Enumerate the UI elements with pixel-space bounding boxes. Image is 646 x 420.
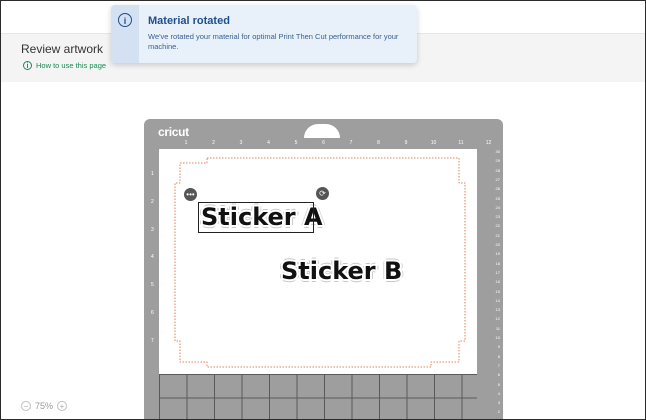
toast-message: We've rotated your material for optimal … [148,32,399,51]
ruler-right-number: 2 [497,409,500,415]
ruler-right-number: 14 [495,297,500,303]
info-icon: i [23,61,32,70]
mat-brand-logo: cricut [158,125,189,139]
ruler-right-number: 17 [495,269,500,275]
page-title: Review artwork [21,42,104,56]
ruler-column-number: 8 [377,140,380,146]
ruler-right-number: 24 [495,204,500,210]
ruler-right-number: 30 [495,149,500,154]
ruler-right-number: 29 [495,158,500,164]
mat-tab [304,124,340,138]
info-icon: i [118,13,132,27]
ruler-column-number: 12 [485,140,492,146]
ruler-right-number: 21 [495,232,500,238]
ruler-right-number: 6 [497,372,500,378]
ruler-right-number: 19 [495,251,500,257]
ruler-column-number: 7 [349,140,353,146]
ruler-right-number: 22 [495,223,500,229]
ruler-column-number: 5 [294,140,298,146]
ruler-column-number: 1 [184,140,188,146]
ruler-row-number: 2 [151,198,154,205]
ruler-right-number: 27 [495,176,500,182]
zoom-control: − 75% + [21,401,68,411]
ruler-right-number: 10 [495,335,500,340]
ruler-column-number: 11 [458,140,464,146]
mat-grid [159,374,477,419]
ruler-right-number: 13 [495,307,500,313]
ruler-right-number: 7 [497,362,500,368]
ruler-right-number: 16 [495,279,500,285]
toast-icon-strip: i [111,5,139,63]
ruler-row-number: 7 [151,337,154,344]
ruler-right-number: 8 [497,353,500,359]
how-to-label: How to use this page [36,61,107,70]
ruler-column-number: 9 [404,140,408,146]
ruler-row-number: 4 [151,254,154,261]
more-options-icon[interactable]: ••• [184,188,197,201]
ruler-row-number: 6 [151,310,154,316]
ruler-right-number: 11 [495,325,500,331]
ruler-right-number: 5 [497,381,500,387]
rotate-icon[interactable]: ⟳ [316,187,329,200]
ruler-column-number: 2 [212,140,215,146]
ruler-row-number: 3 [151,226,154,233]
ruler-column-number: 3 [239,140,243,146]
ruler-row-number: 1 [151,171,154,177]
ruler-right-number: 26 [495,186,500,192]
ruler-right-number: 25 [495,195,500,201]
toast-notification: i Material rotated We've rotated your ma… [111,5,417,63]
ruler-column-number: 6 [322,140,325,146]
ruler-column-number: 10 [430,140,437,146]
ruler-column-number: 4 [267,140,270,146]
ruler-right-number: 23 [495,214,500,220]
sticker-a[interactable]: Sticker A [201,203,323,231]
ruler-right-number: 4 [497,390,500,396]
ruler-right-number: 12 [495,316,500,322]
material-sheet: Cuttable area Sticker A Sticker B ••• ⟳ [159,149,477,396]
how-to-link[interactable]: i How to use this page [23,61,106,70]
ruler-right-number: 18 [495,260,500,266]
zoom-in-button[interactable]: + [57,401,68,411]
ruler-right-number: 3 [497,400,500,406]
ruler-right-number: 20 [495,242,500,247]
cutting-mat: cricut 1 2 3 4 5 6 7 8 9 10 11 12 1234567 30 29 28 27 2… [144,119,503,419]
ruler-right-number: 28 [495,167,500,173]
sticker-b[interactable]: Sticker B [281,257,402,285]
app-frame: Review artwork i How to use this page i … [0,0,646,420]
zoom-out-button[interactable]: − [21,401,31,411]
ruler-right-number: 9 [497,344,500,350]
ruler-row-number: 5 [151,282,154,289]
ruler-right-number: 15 [495,288,500,294]
toast-title: Material rotated [148,15,230,27]
zoom-level: 75% [35,401,54,411]
